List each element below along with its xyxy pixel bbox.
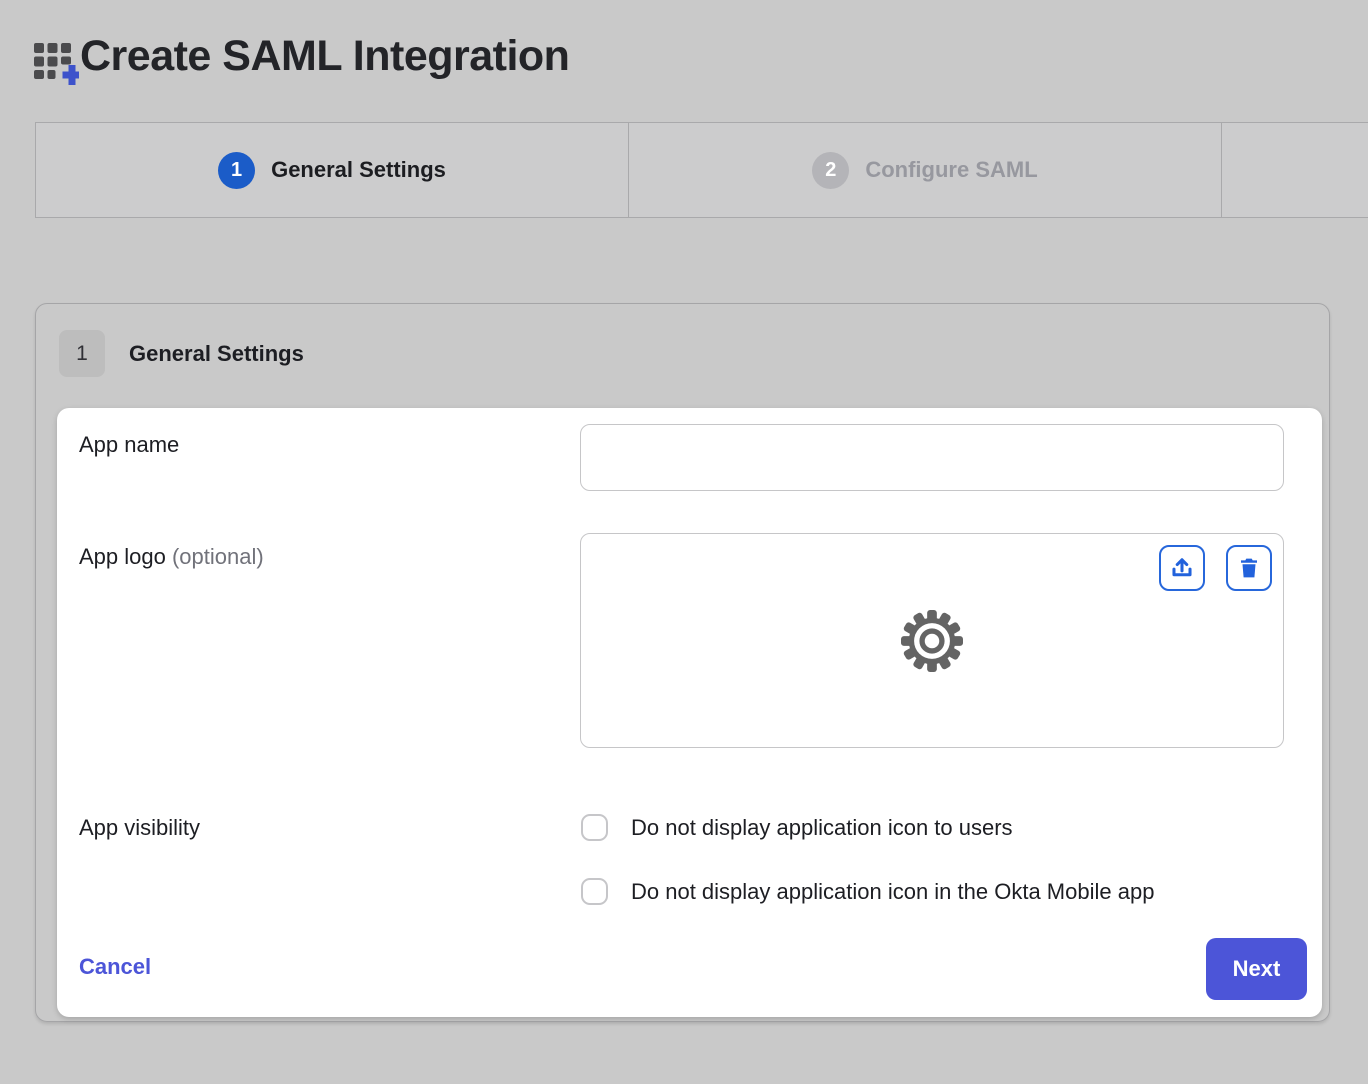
create-saml-integration-page: { "header": { "title": "Create SAML Inte… <box>0 0 1368 1084</box>
app-logo-optional-hint: (optional) <box>172 544 264 569</box>
hide-icon-mobile-label[interactable]: Do not display application icon in the O… <box>631 878 1154 905</box>
app-logo-preview-box[interactable] <box>580 533 1284 748</box>
general-settings-card: App name App logo (optional) <box>57 408 1322 1017</box>
gear-icon <box>901 610 963 672</box>
delete-logo-button[interactable] <box>1226 545 1272 591</box>
app-name-input[interactable] <box>580 424 1284 491</box>
app-logo-label: App logo (optional) <box>79 544 264 570</box>
grid-plus-icon <box>33 40 79 86</box>
step-1-label: General Settings <box>271 157 446 183</box>
section-number-badge: 1 <box>59 330 105 377</box>
step-1-number-badge: 1 <box>218 152 255 189</box>
app-name-label: App name <box>79 432 179 458</box>
cancel-link[interactable]: Cancel <box>79 954 151 980</box>
wizard-step-bar: 1 General Settings 2 Configure SAML <box>35 122 1368 218</box>
trash-icon <box>1237 556 1261 580</box>
section-title: General Settings <box>129 341 304 367</box>
hide-icon-users-label[interactable]: Do not display application icon to users <box>631 814 1013 841</box>
app-logo-label-text: App logo <box>79 544 166 569</box>
tab-general-settings[interactable]: 1 General Settings <box>36 123 628 217</box>
app-visibility-label: App visibility <box>79 815 200 841</box>
hide-icon-mobile-checkbox[interactable] <box>581 878 608 905</box>
tab-configure-saml[interactable]: 2 Configure SAML <box>628 123 1221 217</box>
step-2-label: Configure SAML <box>865 157 1037 183</box>
upload-logo-button[interactable] <box>1159 545 1205 591</box>
hide-icon-users-checkbox[interactable] <box>581 814 608 841</box>
page-title: Create SAML Integration <box>80 32 569 81</box>
tab-next-step-partial <box>1221 123 1368 217</box>
step-2-number-badge: 2 <box>812 152 849 189</box>
next-button[interactable]: Next <box>1206 938 1307 1000</box>
upload-icon <box>1169 555 1195 581</box>
